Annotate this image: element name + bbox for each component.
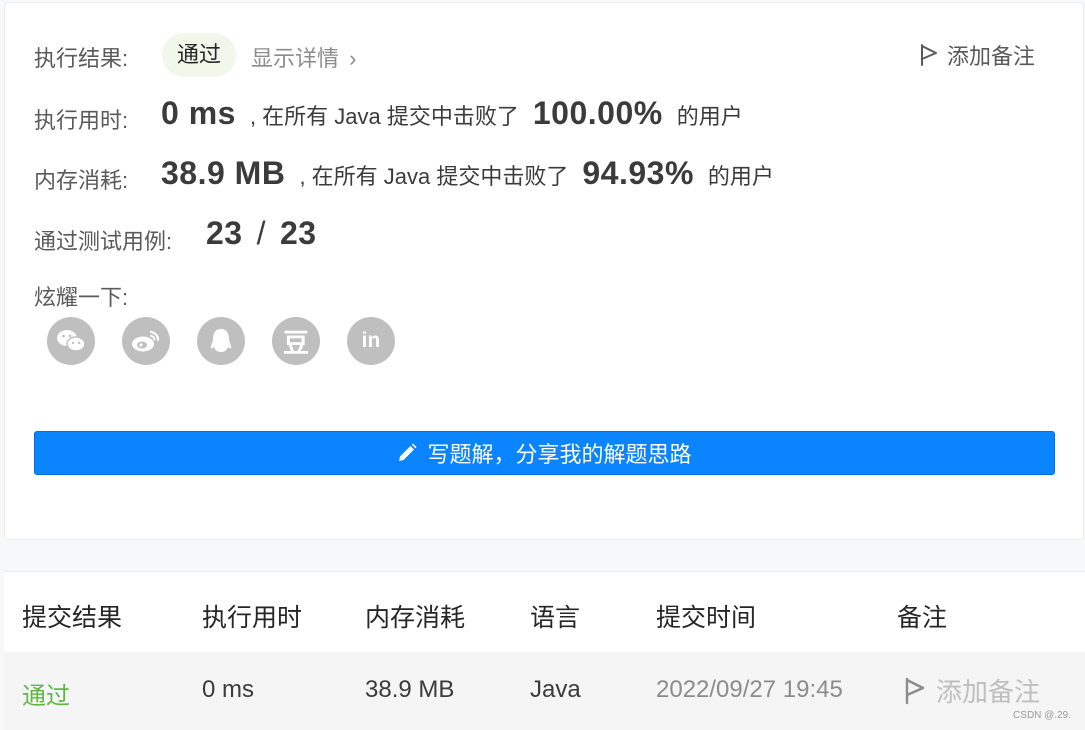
memory-label: 内存消耗: [34, 163, 128, 195]
row-status-link[interactable]: 通过 [22, 676, 70, 711]
memory-stat: 38.9 MB , 在所有 Java 提交中击败了 94.93% 的用户 [161, 155, 774, 192]
tests-total: 23 [280, 215, 317, 252]
pencil-icon [397, 443, 417, 463]
flag-icon [904, 677, 926, 705]
write-solution-label: 写题解，分享我的解题思路 [427, 437, 691, 469]
memory-value: 38.9 MB [161, 155, 285, 192]
share-buttons: 豆 in [47, 317, 395, 365]
header-time: 提交时间 [656, 598, 756, 634]
runtime-stat: 0 ms , 在所有 Java 提交中击败了 100.00% 的用户 [161, 95, 743, 132]
row-memory: 38.9 MB [365, 676, 454, 704]
result-label: 执行结果: [34, 41, 128, 73]
runtime-users-text: 的用户 [677, 99, 743, 131]
header-runtime: 执行用时 [202, 598, 302, 634]
share-linkedin-button[interactable]: in [347, 317, 395, 365]
runtime-value: 0 ms [161, 95, 236, 132]
add-note-label: 添加备注 [947, 39, 1035, 71]
show-details-link[interactable]: 显示详情 › [251, 41, 356, 73]
tests-stat: 23 / 23 [206, 215, 317, 252]
tests-passed: 23 [206, 215, 243, 252]
memory-beat-text: , 在所有 Java 提交中击败了 [299, 159, 568, 191]
tests-separator: / [257, 215, 266, 252]
tests-label: 通过测试用例: [34, 224, 172, 256]
row-add-note-button[interactable]: 添加备注 [904, 672, 1040, 709]
write-solution-button[interactable]: 写题解，分享我的解题思路 [34, 431, 1055, 475]
header-memory: 内存消耗 [365, 598, 465, 634]
douban-icon: 豆 [283, 323, 309, 360]
submissions-table: 提交结果 执行用时 内存消耗 语言 提交时间 备注 通过 0 ms 38.9 M… [4, 571, 1085, 730]
row-runtime: 0 ms [202, 676, 254, 704]
memory-users-text: 的用户 [708, 159, 774, 191]
runtime-beat-text: , 在所有 Java 提交中击败了 [250, 99, 519, 131]
runtime-percent: 100.00% [533, 95, 663, 132]
linkedin-icon: in [362, 329, 381, 353]
weibo-icon [131, 328, 161, 354]
row-language: Java [530, 676, 581, 704]
chevron-right-icon: › [349, 46, 356, 71]
share-douban-button[interactable]: 豆 [272, 317, 320, 365]
share-label: 炫耀一下: [34, 280, 128, 312]
wechat-icon [56, 328, 86, 354]
runtime-label: 执行用时: [34, 103, 128, 135]
share-qq-button[interactable] [197, 317, 245, 365]
table-header: 提交结果 执行用时 内存消耗 语言 提交时间 备注 [4, 572, 1085, 652]
flag-icon [919, 43, 939, 67]
memory-percent: 94.93% [582, 155, 694, 192]
header-note: 备注 [897, 598, 947, 634]
share-weibo-button[interactable] [122, 317, 170, 365]
show-details-label: 显示详情 [251, 46, 339, 71]
row-time: 2022/09/27 19:45 [656, 676, 843, 704]
header-result: 提交结果 [22, 598, 122, 634]
watermark: CSDN @.29. [1013, 710, 1071, 721]
qq-icon [208, 327, 234, 355]
status-badge: 通过 [162, 33, 236, 77]
header-language: 语言 [530, 598, 580, 634]
row-add-note-label: 添加备注 [936, 672, 1040, 709]
share-wechat-button[interactable] [47, 317, 95, 365]
result-card: 执行结果: 通过 显示详情 › 添加备注 执行用时: 0 ms , 在所有 Ja… [4, 2, 1084, 540]
add-note-button[interactable]: 添加备注 [919, 39, 1035, 71]
